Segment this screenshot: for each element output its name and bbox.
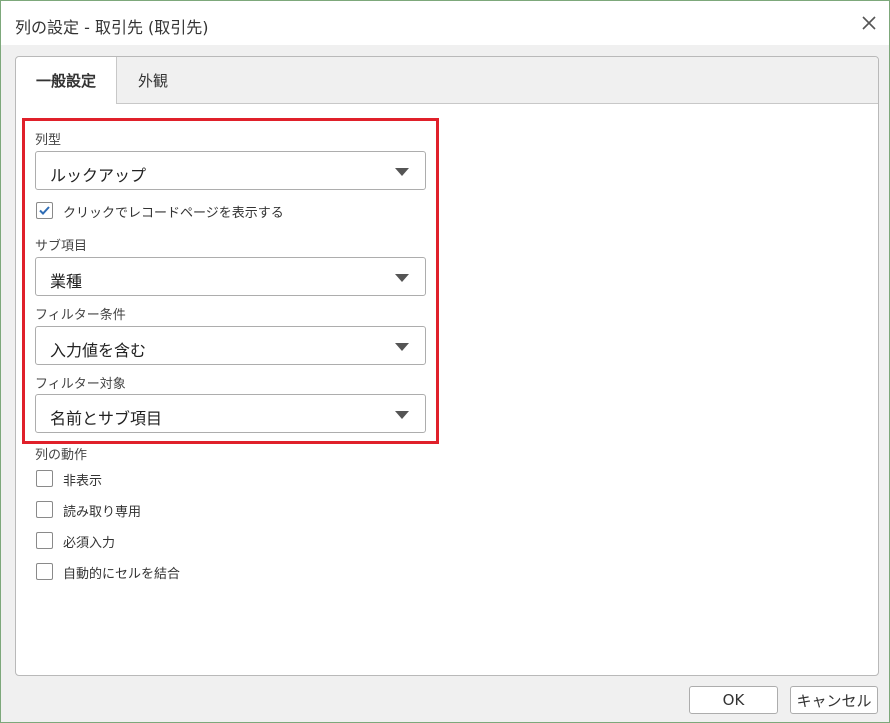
column-type-value: ルックアップ [50, 166, 147, 185]
open-record-checkbox[interactable] [36, 202, 53, 219]
hidden-checkbox[interactable] [36, 470, 53, 487]
settings-dialog: 列の設定 - 取引先 (取引先) 一般設定 外観 列型 ルックアップ クリックで… [0, 0, 890, 723]
chevron-down-icon [395, 274, 409, 282]
filter-target-value: 名前とサブ項目 [50, 409, 163, 428]
title-bar: 列の設定 - 取引先 (取引先) [1, 1, 889, 45]
sub-field-label: サブ項目 [35, 239, 88, 254]
chevron-down-icon [395, 168, 409, 176]
merge-cells-label: 自動的にセルを結合 [63, 567, 181, 582]
required-checkbox[interactable] [36, 532, 53, 549]
hidden-label: 非表示 [63, 474, 103, 489]
chevron-down-icon [395, 343, 409, 351]
filter-condition-label: フィルター条件 [35, 308, 126, 323]
filter-condition-select[interactable]: 入力値を含む [35, 326, 426, 365]
merge-cells-checkbox[interactable] [36, 563, 53, 580]
open-record-label: クリックでレコードページを表示する [63, 206, 284, 221]
checkmark-icon [39, 206, 50, 215]
filter-target-select[interactable]: 名前とサブ項目 [35, 394, 426, 433]
dialog-title: 列の設定 - 取引先 (取引先) [15, 18, 209, 37]
close-icon [862, 16, 876, 30]
cancel-button[interactable]: キャンセル [790, 686, 878, 714]
close-button[interactable] [857, 11, 881, 35]
readonly-label: 読み取り専用 [63, 505, 142, 520]
column-type-select[interactable]: ルックアップ [35, 151, 426, 190]
column-behavior-label: 列の動作 [35, 448, 88, 463]
required-label: 必須入力 [63, 536, 116, 551]
sub-field-value: 業種 [50, 272, 83, 291]
readonly-checkbox[interactable] [36, 501, 53, 518]
ok-button[interactable]: OK [689, 686, 778, 714]
sub-field-select[interactable]: 業種 [35, 257, 426, 296]
tab-general[interactable]: 一般設定 [16, 57, 117, 104]
filter-condition-value: 入力値を含む [50, 341, 147, 360]
column-type-label: 列型 [35, 133, 62, 148]
tab-bar: 一般設定 外観 [16, 57, 878, 104]
filter-target-label: フィルター対象 [35, 377, 126, 392]
tab-appearance[interactable]: 外観 [116, 57, 190, 103]
chevron-down-icon [395, 411, 409, 419]
